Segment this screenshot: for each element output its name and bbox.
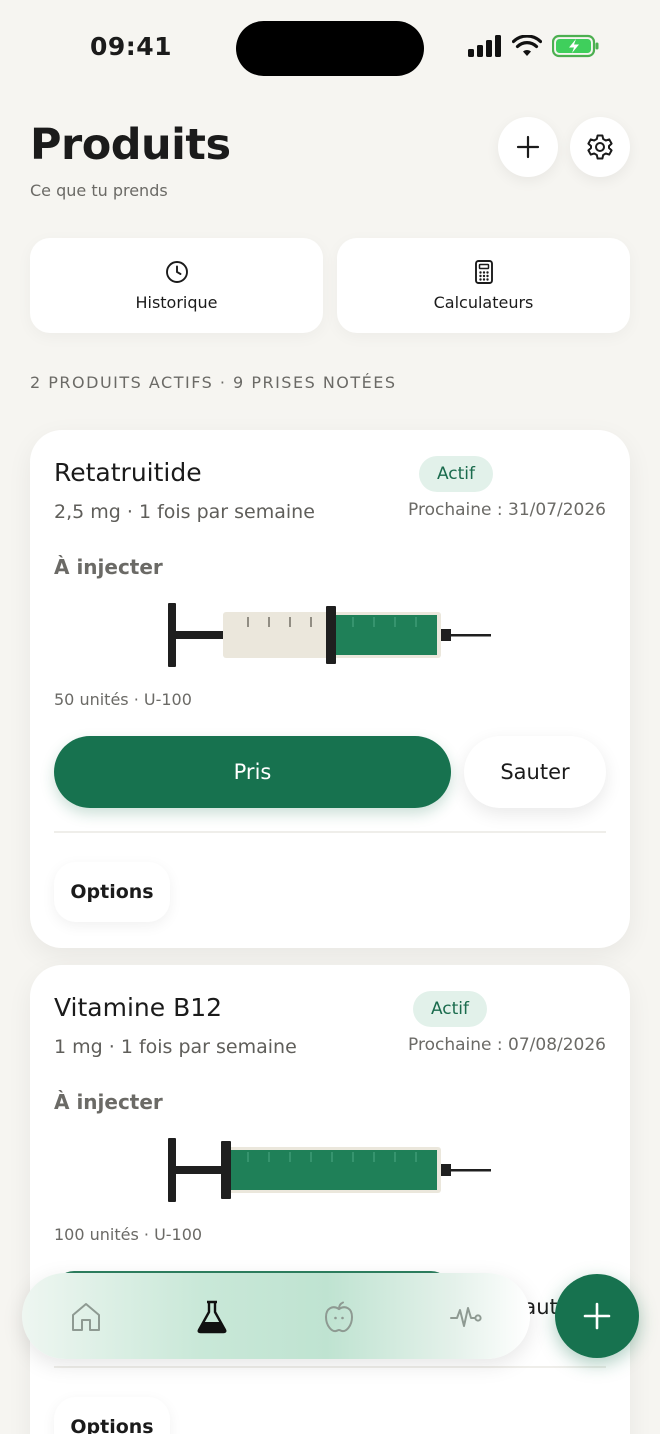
status-icons — [468, 34, 600, 58]
history-label: Historique — [135, 292, 218, 312]
home-icon — [72, 1303, 100, 1331]
bottom-navigation — [22, 1273, 530, 1359]
dose-units: 100 unités · U-100 — [54, 1225, 203, 1244]
next-dose-date: Prochaine : 07/08/2026 — [408, 1035, 606, 1055]
flask-icon — [197, 1300, 227, 1334]
product-name: Vitamine B12 — [54, 993, 223, 1022]
history-tile[interactable]: Historique — [30, 238, 323, 333]
products-summary: 2 PRODUITS ACTIFS · 9 PRISES NOTÉES — [30, 373, 397, 392]
nav-products[interactable] — [190, 1295, 234, 1339]
mark-taken-button[interactable]: Pris — [54, 736, 451, 808]
dynamic-island — [236, 21, 424, 76]
options-button[interactable]: Options — [54, 1397, 170, 1434]
calculators-label: Calculateurs — [433, 292, 534, 312]
add-floating-button[interactable] — [555, 1274, 639, 1358]
status-badge: Actif — [418, 456, 493, 492]
clock-icon — [165, 260, 188, 283]
plus-icon — [516, 135, 540, 159]
page-subtitle: Ce que tu prends — [30, 181, 168, 200]
syringe-icon — [168, 603, 491, 667]
skip-dose-button[interactable]: Sauter — [464, 736, 606, 808]
status-time: 09:41 — [90, 32, 173, 61]
nav-activity[interactable] — [444, 1295, 488, 1339]
page-title: Produits — [30, 120, 231, 170]
next-dose-date: Prochaine : 31/07/2026 — [408, 500, 606, 520]
card-divider — [54, 1366, 606, 1368]
status-badge: Actif — [412, 991, 487, 1027]
wifi-icon — [512, 35, 542, 56]
pulse-icon — [450, 1307, 482, 1327]
card-divider — [54, 831, 606, 833]
gear-icon — [587, 134, 613, 160]
settings-button[interactable] — [570, 117, 630, 177]
signal-icon — [468, 35, 501, 57]
add-product-button[interactable] — [498, 117, 558, 177]
product-dose: 1 mg · 1 fois par semaine — [54, 1036, 297, 1058]
calculators-tile[interactable]: Calculateurs — [337, 238, 630, 333]
syringe-icon — [168, 1138, 491, 1202]
administration-method: À injecter — [54, 555, 163, 579]
apple-icon — [324, 1301, 354, 1333]
plus-icon — [583, 1302, 611, 1330]
nav-nutrition[interactable] — [317, 1295, 361, 1339]
calculator-icon — [474, 259, 493, 284]
product-dose: 2,5 mg · 1 fois par semaine — [54, 501, 315, 523]
product-card: Vitamine B12 1 mg · 1 fois par semaine A… — [30, 965, 630, 1434]
nav-home[interactable] — [64, 1295, 108, 1339]
dose-units: 50 unités · U-100 — [54, 690, 192, 709]
options-button[interactable]: Options — [54, 862, 170, 922]
battery-icon — [552, 34, 599, 58]
product-name: Retatruitide — [54, 458, 202, 487]
product-card: Retatruitide 2,5 mg · 1 fois par semaine… — [30, 430, 630, 948]
administration-method: À injecter — [54, 1090, 163, 1114]
